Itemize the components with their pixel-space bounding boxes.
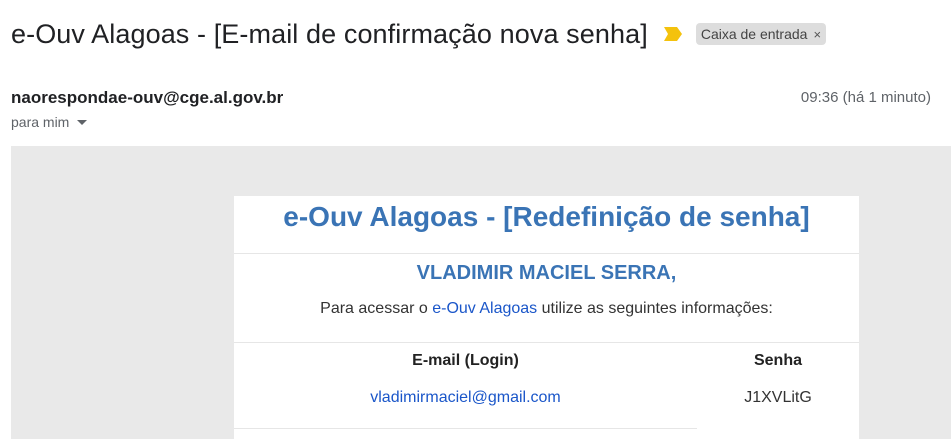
recipient-name: VLADIMIR MACIEL SERRA, [416, 262, 677, 284]
email-timestamp: 09:36 (há 1 minuto) [800, 89, 931, 106]
eouv-link[interactable]: e-Ouv Alagoas [432, 300, 537, 317]
instruction-suffix: utilize as seguintes informações: [537, 300, 773, 317]
email-content-card: e-Ouv Alagoas - [Redefinição de senha] V… [234, 196, 859, 439]
column-header-password: Senha [753, 352, 802, 369]
instruction-prefix: Para acessar o [320, 300, 433, 317]
recipient-text: para mim [11, 114, 70, 130]
login-email-link[interactable]: vladimirmaciel@gmail.com [234, 387, 697, 409]
content-title: e-Ouv Alagoas - [Redefinição de senha] [283, 201, 810, 232]
close-icon[interactable]: × [813, 27, 821, 42]
divider [234, 253, 859, 254]
recipient-line[interactable]: para mim [11, 114, 88, 130]
instruction-text: Para acessar o e-Ouv Alagoas utilize as … [234, 297, 859, 321]
sender-address[interactable]: naorespondae-ouv@cge.al.gov.br [11, 88, 283, 108]
column-header-email: E-mail (Login) [412, 352, 519, 369]
caret-down-icon[interactable] [77, 119, 88, 125]
inbox-label-chip[interactable]: Caixa de entrada × [695, 23, 827, 45]
inbox-label-text: Caixa de entrada [700, 26, 808, 42]
email-subject: e-Ouv Alagoas - [E-mail de confirmação n… [11, 18, 648, 49]
importance-marker-icon[interactable] [663, 27, 682, 41]
divider [234, 342, 859, 343]
divider [234, 428, 697, 429]
subject-row: e-Ouv Alagoas - [E-mail de confirmação n… [11, 14, 827, 54]
password-value: J1XVLitG [744, 389, 812, 406]
